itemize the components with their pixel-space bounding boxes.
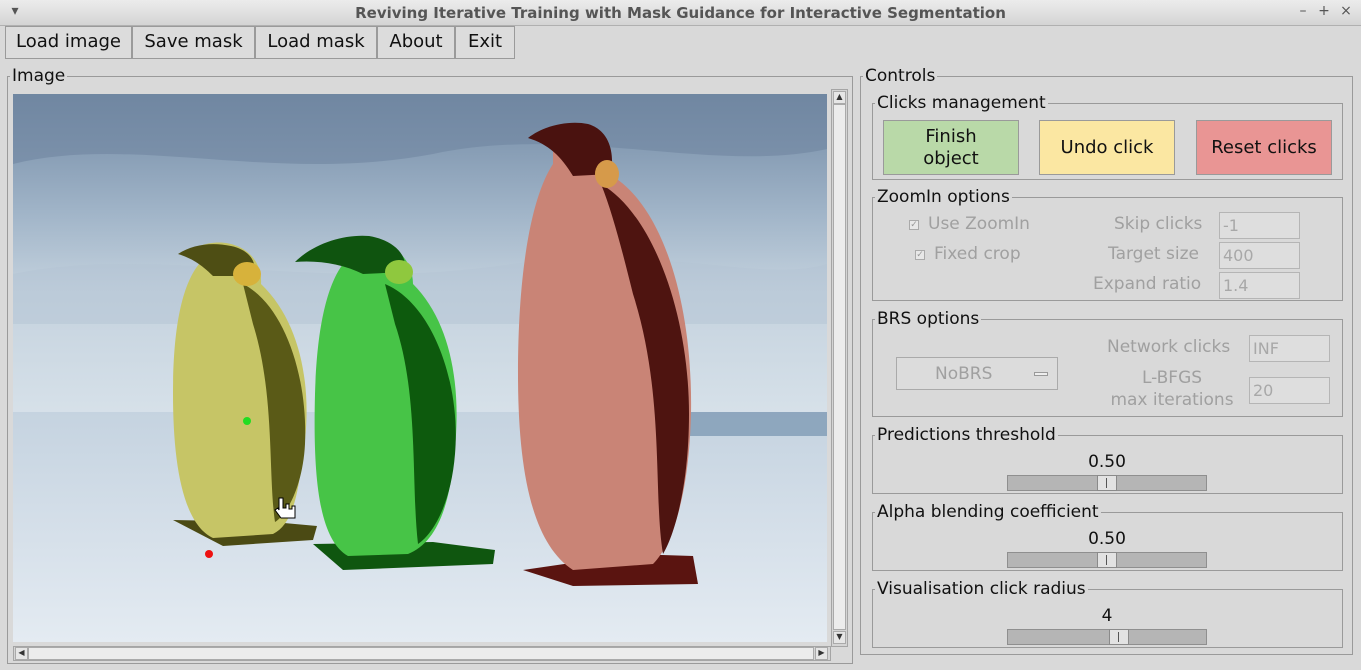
threshold-slider-thumb[interactable] <box>1097 475 1117 491</box>
scroll-up-arrow-icon[interactable]: ▲ <box>833 91 846 104</box>
brs-mode-dropdown[interactable]: NoBRS <box>896 357 1058 390</box>
threshold-slider[interactable] <box>1007 475 1207 491</box>
lbfgs-label-line2: max iterations <box>1110 390 1234 410</box>
finish-object-button[interactable]: Finish object <box>883 120 1019 175</box>
use-zoomin-label: Use ZoomIn <box>928 214 1030 234</box>
alpha-value: 0.50 <box>1088 529 1126 549</box>
scroll-left-arrow-icon[interactable]: ◀ <box>15 647 28 660</box>
image-canvas[interactable] <box>13 94 827 642</box>
clicks-management-legend: Clicks management <box>877 93 1046 113</box>
brs-options-legend: BRS options <box>877 309 980 329</box>
predictions-threshold-legend: Predictions threshold <box>877 425 1056 445</box>
fixed-crop-checkbox[interactable]: ✓ <box>915 250 925 260</box>
scroll-right-arrow-icon[interactable]: ▶ <box>815 647 828 660</box>
dropdown-indicator-icon <box>1034 372 1048 376</box>
click-radius-slider-thumb[interactable] <box>1109 629 1129 645</box>
click-radius-value: 4 <box>1101 606 1113 626</box>
lbfgs-max-iterations-input[interactable]: 20 <box>1249 377 1330 404</box>
target-size-input[interactable]: 400 <box>1219 242 1300 269</box>
positive-click-point[interactable] <box>243 417 251 425</box>
save-mask-button[interactable]: Save mask <box>132 26 255 59</box>
alpha-slider[interactable] <box>1007 552 1207 568</box>
alpha-slider-thumb[interactable] <box>1097 552 1117 568</box>
skip-clicks-input[interactable]: -1 <box>1219 212 1300 239</box>
image-panel-legend: Image <box>12 66 66 86</box>
click-radius-legend: Visualisation click radius <box>877 579 1086 599</box>
horizontal-scroll-thumb[interactable] <box>28 647 814 660</box>
controls-panel-legend: Controls <box>865 66 936 86</box>
network-clicks-label: Network clicks <box>1107 337 1231 357</box>
load-image-button[interactable]: Load image <box>5 26 132 59</box>
brs-mode-value: NoBRS <box>935 364 993 384</box>
target-size-label: Target size <box>1108 244 1199 264</box>
scroll-down-arrow-icon[interactable]: ▼ <box>833 631 846 644</box>
title-bar: ▾ Reviving Iterative Training with Mask … <box>0 0 1361 26</box>
use-zoomin-checkbox[interactable]: ✓ <box>909 220 919 230</box>
window-title: Reviving Iterative Training with Mask Gu… <box>355 4 1006 22</box>
vertical-scrollbar[interactable]: ▲ ▼ <box>831 89 848 647</box>
load-mask-button[interactable]: Load mask <box>255 26 377 59</box>
clouds <box>13 94 827 164</box>
threshold-value: 0.50 <box>1088 452 1126 472</box>
horizontal-scrollbar[interactable]: ◀ ▶ <box>13 646 831 661</box>
network-clicks-input[interactable]: INF <box>1249 335 1330 362</box>
about-button[interactable]: About <box>377 26 455 59</box>
minimize-icon[interactable]: – <box>1294 3 1312 19</box>
zoomin-options-legend: ZoomIn options <box>877 187 1010 207</box>
click-radius-slider[interactable] <box>1007 629 1207 645</box>
fixed-crop-label: Fixed crop <box>934 244 1021 264</box>
exit-button[interactable]: Exit <box>455 26 515 59</box>
negative-click-point[interactable] <box>205 550 213 558</box>
vertical-scroll-thumb[interactable] <box>833 104 846 630</box>
close-icon[interactable]: × <box>1337 3 1355 19</box>
expand-ratio-input[interactable]: 1.4 <box>1219 272 1300 299</box>
maximize-icon[interactable]: + <box>1315 3 1333 19</box>
undo-click-button[interactable]: Undo click <box>1039 120 1175 175</box>
lbfgs-label: L-BFGS <box>1141 368 1203 388</box>
reset-clicks-button[interactable]: Reset clicks <box>1196 120 1332 175</box>
alpha-blending-legend: Alpha blending coefficient <box>877 502 1099 522</box>
penguin-scene <box>13 94 827 642</box>
expand-ratio-label: Expand ratio <box>1093 274 1202 294</box>
skip-clicks-label: Skip clicks <box>1114 214 1203 234</box>
